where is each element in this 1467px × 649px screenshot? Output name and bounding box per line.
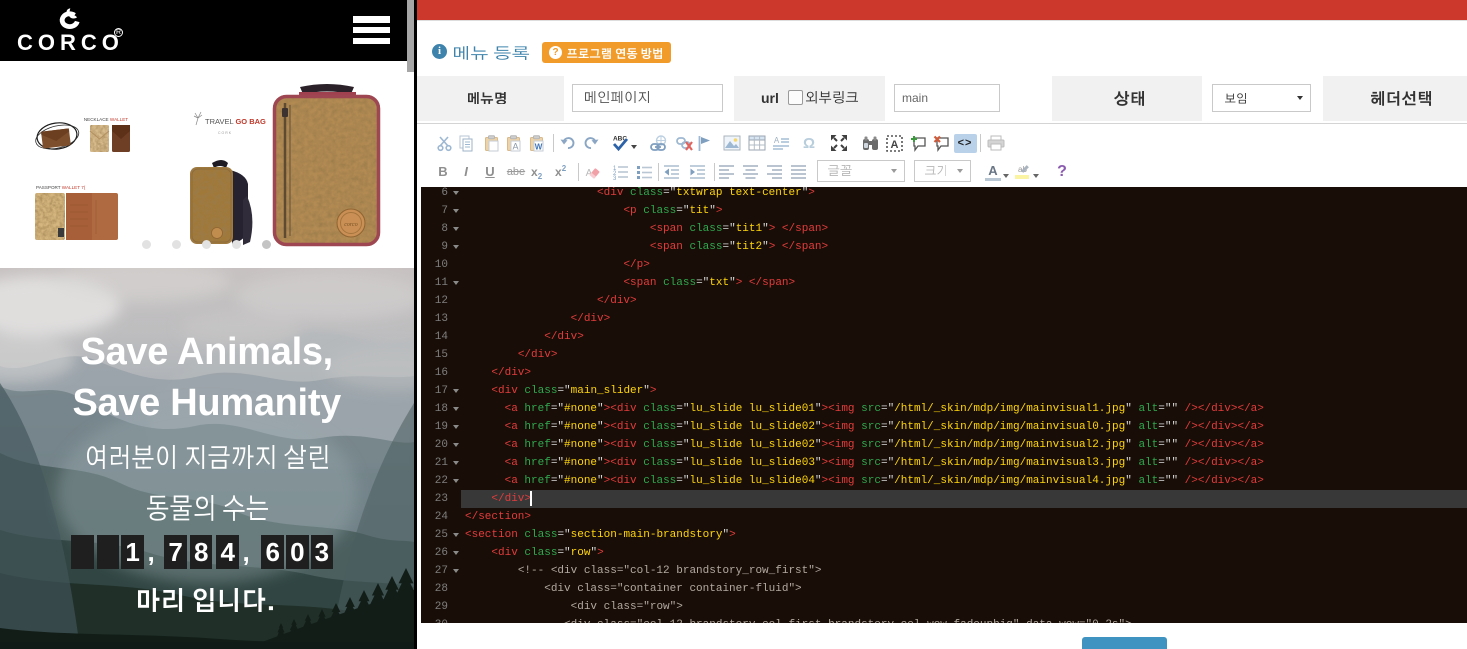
svg-text:3: 3 xyxy=(613,176,617,180)
svg-text:corco: corco xyxy=(344,222,357,228)
svg-text:NECKLACE WALLET: NECKLACE WALLET xyxy=(84,117,128,122)
svg-text:A: A xyxy=(512,141,518,151)
svg-text:W: W xyxy=(534,142,542,151)
svg-text:TRAVEL GO BAG: TRAVEL GO BAG xyxy=(205,117,266,126)
svg-text:CORK: CORK xyxy=(218,131,232,135)
svg-text:PASSPORT WALLET 7(: PASSPORT WALLET 7( xyxy=(36,185,86,190)
svg-text:A: A xyxy=(890,139,898,151)
svg-text:A: A xyxy=(774,136,780,145)
